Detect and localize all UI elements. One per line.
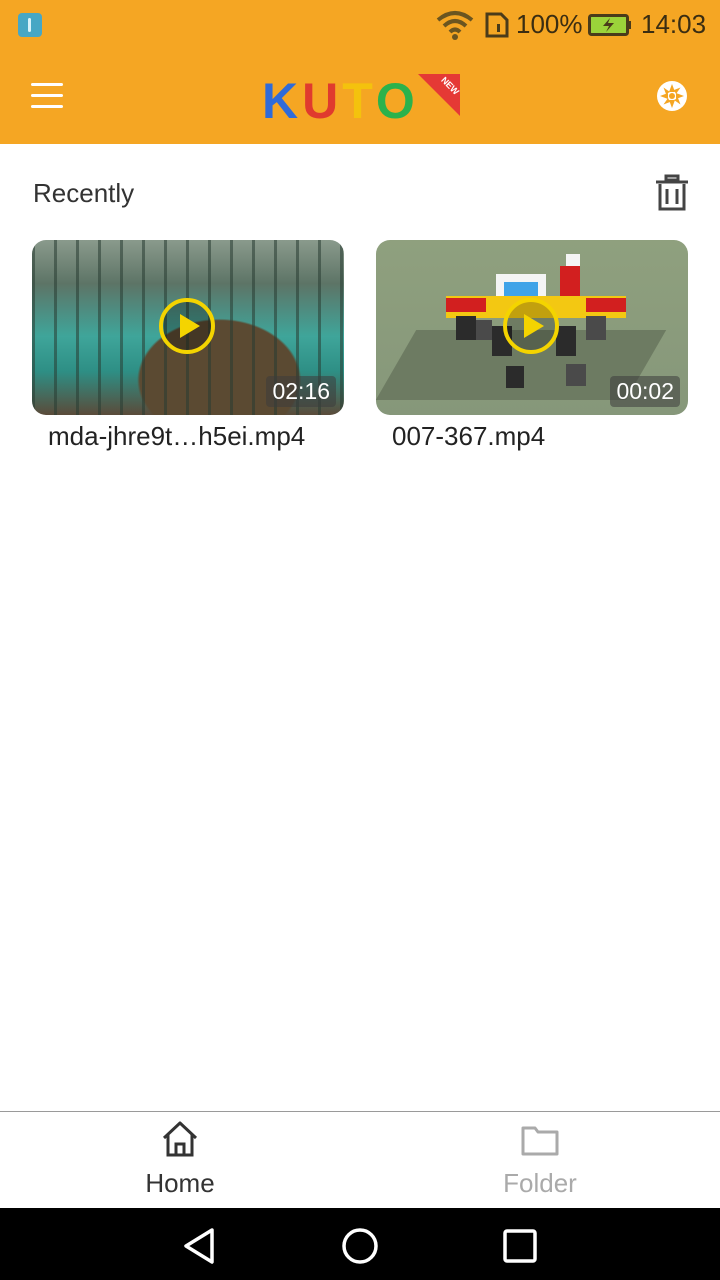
folder-icon [521,1126,559,1156]
back-icon[interactable] [180,1226,220,1266]
nav-label-home: Home [145,1168,215,1198]
home-icon [162,1121,198,1157]
logo-text: KUTO [262,73,419,129]
app-logo: KUTO NEW [262,68,462,129]
status-bar: 100% 14:03 [0,0,720,50]
nav-item-folder[interactable]: Folder [360,1112,720,1209]
video-thumbnail[interactable]: 00:02 [376,240,688,415]
video-duration: 00:02 [610,376,680,407]
play-icon[interactable] [502,297,560,355]
battery-percent: 100% [516,9,583,39]
nav-label-folder: Folder [503,1168,577,1198]
menu-button[interactable] [28,78,68,114]
nav-item-home[interactable]: Home [0,1112,360,1209]
video-name: mda-jhre9t…h5ei.mp4 [48,421,306,451]
wifi-icon [436,11,474,40]
settings-button[interactable] [654,78,690,114]
clock: 14:03 [641,9,707,39]
video-card[interactable]: 02:16 mda-jhre9t…h5ei.mp4 [32,240,344,452]
recents-icon[interactable] [500,1226,540,1266]
battery-charging-icon [588,14,631,36]
system-nav-bar [0,1208,720,1280]
video-duration: 02:16 [266,376,336,407]
play-icon[interactable] [158,297,216,355]
sim-icon [485,12,509,38]
app-bar: KUTO NEW [0,50,720,144]
menu-icon [31,83,63,86]
usb-icon [18,13,42,37]
video-thumbnail[interactable]: 02:16 [32,240,344,415]
section-title-recently: Recently [33,178,135,208]
new-badge: NEW [418,74,460,116]
bottom-nav: Home Folder [0,1111,720,1209]
video-card[interactable]: 00:02 007-367.mp4 [376,240,688,452]
video-name: 007-367.mp4 [392,421,546,451]
trash-button[interactable] [654,174,690,212]
system-home-icon[interactable] [340,1226,380,1266]
